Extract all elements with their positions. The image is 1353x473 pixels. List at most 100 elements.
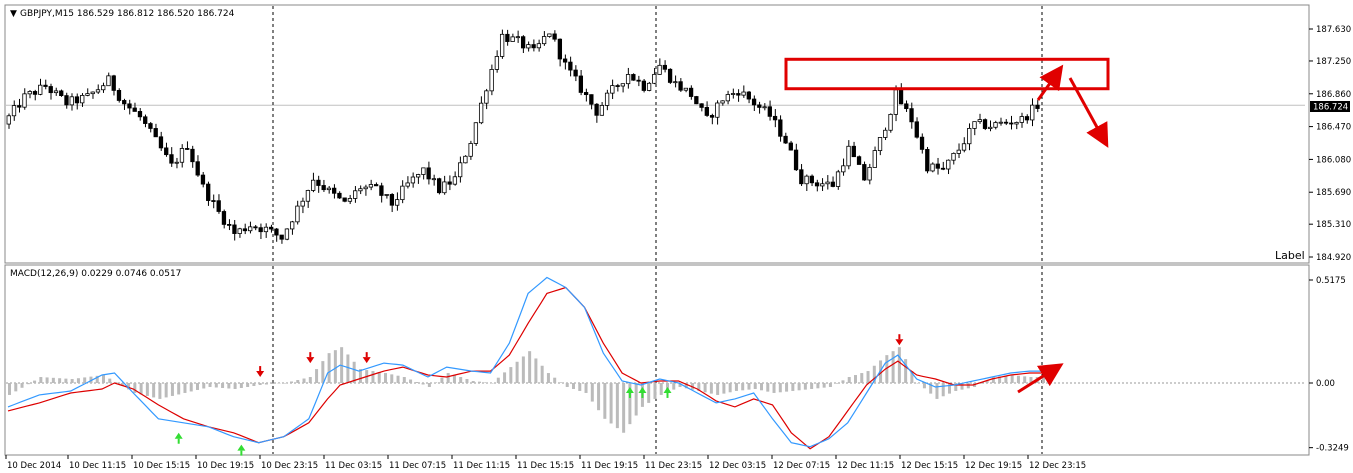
candle-body [300, 200, 305, 207]
candle-body [510, 36, 515, 42]
candle-body [489, 68, 494, 92]
candle-body [59, 90, 64, 97]
macd-histogram-bar [283, 383, 287, 384]
candle-body [809, 175, 814, 184]
candle-body [694, 96, 699, 105]
macd-histogram-bar [741, 383, 745, 391]
candle-body [909, 108, 914, 123]
macd-histogram-bar [603, 383, 607, 419]
candle-body [736, 93, 741, 96]
candle-body [258, 227, 263, 233]
candle-body [80, 94, 85, 104]
candle-body [919, 136, 925, 150]
price-tick-label: 187.250 [1316, 57, 1351, 67]
macd-histogram-bar [409, 379, 413, 383]
candle-body [468, 143, 473, 157]
candle-body [851, 145, 856, 158]
macd-histogram-bar [302, 378, 306, 383]
candle-body [573, 69, 578, 77]
time-axis: 10 Dec 2014 10 Dec 11:15 10 Dec 15:15 10 De… [5, 455, 1086, 471]
macd-histogram-bar [434, 382, 438, 383]
candle-body [111, 75, 116, 91]
candle-body [237, 228, 242, 234]
candle-body [206, 183, 211, 201]
candle-body [358, 188, 363, 192]
candle-body [248, 226, 253, 232]
candle-body [17, 105, 22, 108]
macd-histogram-bar [264, 383, 268, 385]
candle-body [751, 98, 757, 106]
candle-body [1019, 116, 1024, 123]
candle-body [274, 228, 279, 236]
candle-body [11, 105, 17, 117]
candle-body [253, 226, 258, 229]
price-tick-label: 186.080 [1316, 155, 1351, 165]
time-tick-label: 12 Dec 23:15 [1029, 461, 1086, 471]
candle-body [101, 85, 106, 91]
time-tick-label: 12 Dec 15:15 [901, 461, 958, 471]
candle-body [447, 181, 452, 185]
macd-histogram-bar [559, 382, 563, 383]
candle-body [64, 95, 69, 106]
candle-body [893, 89, 898, 115]
candle-body [799, 169, 804, 185]
candle-body [683, 87, 688, 91]
candle-body [153, 128, 158, 138]
candle-body [395, 199, 400, 206]
symbol-dropdown-icon[interactable]: ▼ [10, 9, 17, 19]
candle-body [169, 154, 174, 164]
macd-histogram-bar [728, 383, 732, 393]
macd-histogram-bar [233, 383, 237, 389]
candle-body [337, 192, 342, 199]
macd-histogram-bar [653, 383, 657, 399]
candle-body [641, 80, 646, 91]
candle-body [389, 194, 395, 206]
candle-body [90, 91, 95, 95]
candle-body [116, 89, 122, 101]
macd-histogram-bar [747, 383, 751, 390]
time-tick-label: 11 Dec 11:15 [453, 461, 510, 471]
macd-histogram-bar [440, 377, 444, 383]
candle-body [74, 96, 80, 104]
candle-body [95, 89, 101, 93]
macd-histogram-bar [572, 383, 575, 389]
price-tick-label: 186.860 [1316, 90, 1351, 100]
candle-body [106, 75, 111, 87]
candle-body [704, 107, 709, 116]
candle-body [835, 171, 841, 187]
candle-body [1035, 104, 1040, 109]
macd-header: MACD(12,26,9) 0.0229 0.0746 0.0517 [10, 269, 181, 279]
macd-histogram-bar [214, 383, 218, 388]
macd-histogram-bar [296, 380, 300, 383]
candle-body [379, 185, 384, 196]
macd-histogram-bar [716, 383, 720, 395]
macd-tick-label: 0.00 [1316, 379, 1335, 389]
macd-histogram-bar [158, 383, 162, 399]
macd-histogram-bar [897, 347, 901, 383]
macd-histogram-bar [672, 383, 676, 390]
macd-histogram-bar [164, 383, 168, 398]
candle-body [321, 185, 326, 191]
macd-histogram-bar [183, 383, 187, 393]
macd-histogram-bar [271, 383, 275, 384]
time-tick-label: 10 Dec 2014 [7, 461, 61, 471]
candle-body [400, 185, 405, 201]
candle-body [604, 92, 610, 106]
candle-body [951, 152, 956, 161]
macd-histogram-bar [246, 383, 250, 387]
macd-histogram-bar [76, 378, 80, 383]
macd-histogram-bar [402, 377, 406, 383]
candle-body [1014, 122, 1019, 125]
candle-body [179, 148, 185, 163]
candle-body [164, 147, 169, 156]
candle-body [158, 136, 164, 149]
candle-body [610, 85, 615, 94]
macd-panel-frame [4, 264, 1310, 456]
candle-body [625, 74, 631, 85]
macd-axis: 0.5175 0.00 -0.3249 [1309, 276, 1349, 454]
macd-histogram-bar [39, 377, 43, 383]
chart-canvas: 187.630 187.250 186.860 186.470 186.080 185.6… [4, 4, 1351, 471]
candle-body [132, 107, 137, 112]
candle-body [583, 92, 589, 96]
candle-body [27, 91, 32, 95]
